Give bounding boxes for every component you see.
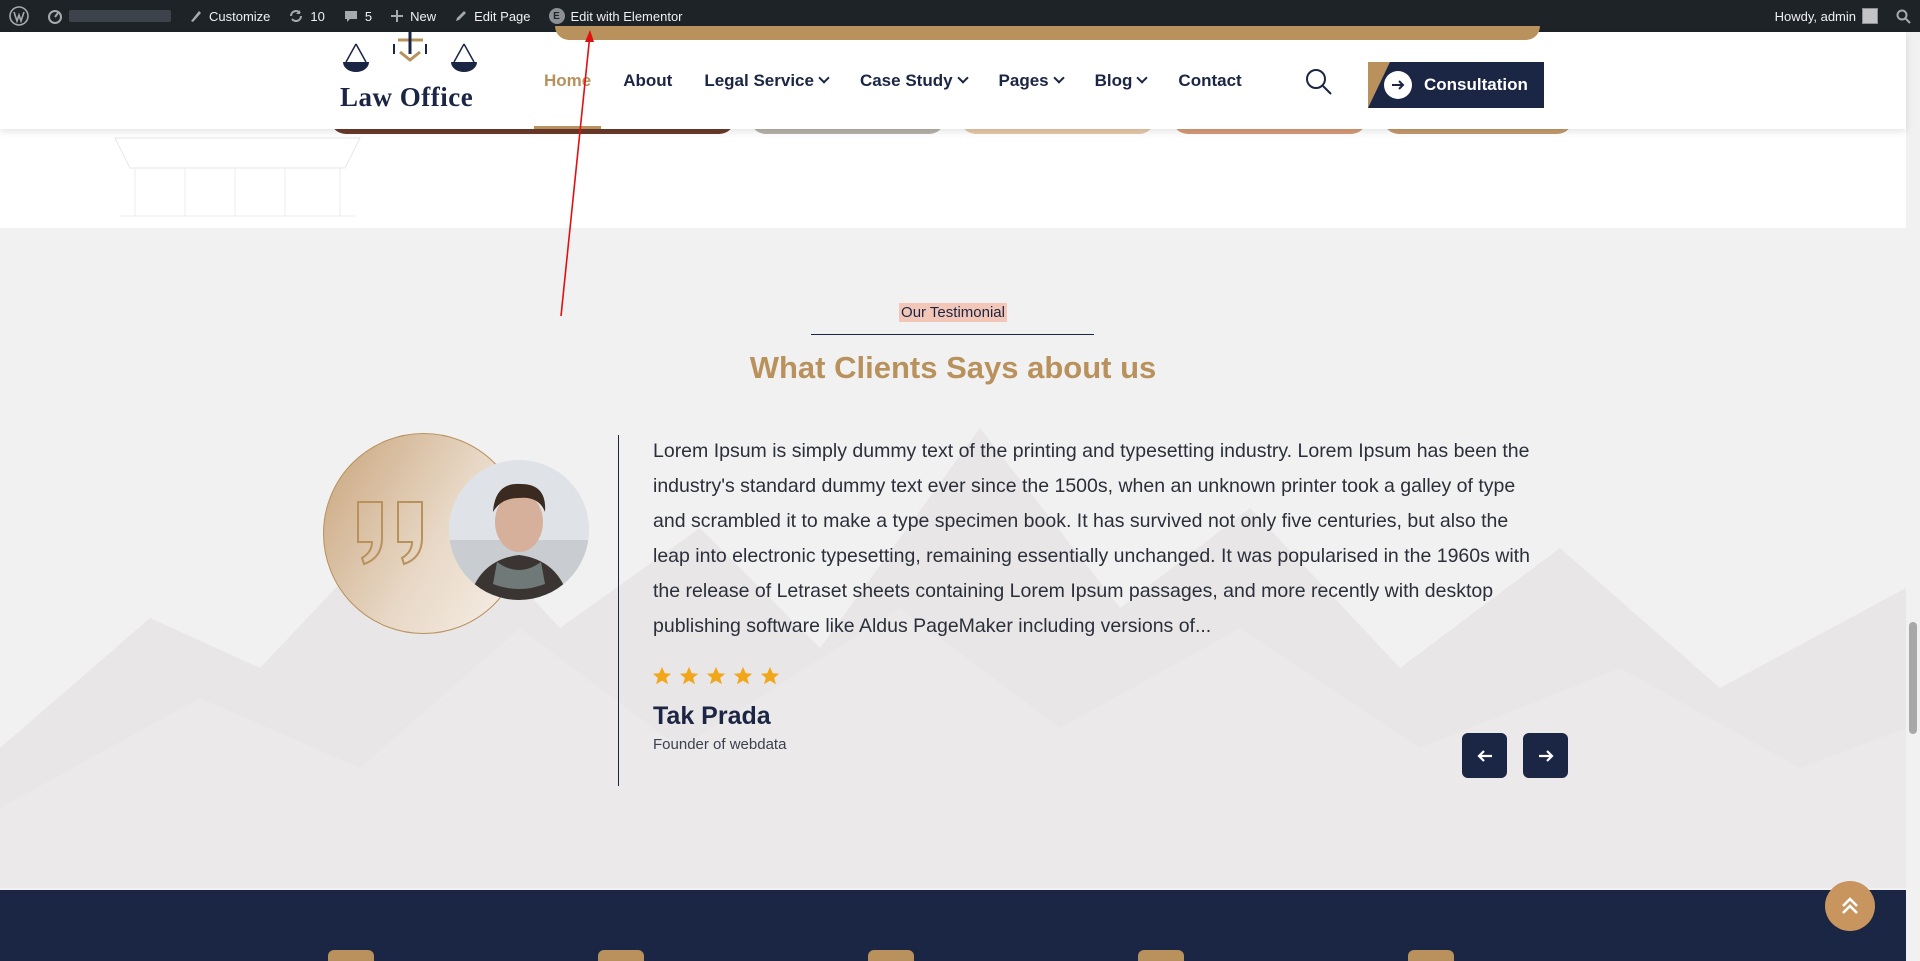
wordpress-logo-icon[interactable] — [0, 0, 38, 32]
nav-item-label: About — [623, 70, 673, 90]
nav-item-label: Contact — [1178, 70, 1242, 90]
nav-item-label: Legal Service — [704, 70, 814, 90]
nav-item-pages[interactable]: Pages — [989, 32, 1073, 129]
comments-count: 5 — [364, 8, 373, 24]
nav-item-label: Home — [544, 70, 592, 90]
howdy-label: Howdy, admin — [1774, 8, 1856, 24]
customize-link[interactable]: Customize — [180, 0, 279, 32]
eyebrow-underline — [811, 334, 1094, 335]
chevron-down-icon — [956, 72, 969, 84]
stat-icon — [1408, 950, 1454, 961]
chevron-down-icon — [1136, 72, 1149, 84]
pencil-icon — [456, 11, 467, 21]
arrow-right-icon — [1538, 749, 1554, 762]
edit-elementor-label: Edit with Elementor — [570, 8, 683, 24]
eyebrow-text: Our Testimonial — [899, 303, 1007, 322]
star-icon — [733, 666, 753, 685]
testimonial-divider — [618, 435, 619, 786]
comments-link[interactable]: 5 — [334, 0, 381, 32]
stat-icon — [1138, 950, 1184, 961]
double-chevron-up-icon — [1842, 897, 1858, 914]
nav-item-label: Pages — [998, 70, 1049, 90]
main-nav: Home About Legal Service Case Study Page… — [534, 32, 1264, 129]
my-account-menu[interactable]: Howdy, admin — [1766, 0, 1887, 32]
testimonial-section: Our Testimonial What Clients Says about … — [0, 228, 1906, 890]
stat-icon — [328, 950, 374, 961]
nav-item-label: Blog — [1094, 70, 1133, 90]
customize-label: Customize — [209, 8, 271, 24]
stat-icon — [598, 950, 644, 961]
nav-item-about[interactable]: About — [613, 32, 682, 129]
star-icon — [706, 666, 726, 685]
nav-item-contact[interactable]: Contact — [1168, 32, 1251, 129]
rating-stars — [651, 665, 781, 687]
nav-item-label: Case Study — [859, 70, 953, 90]
prev-slide-button[interactable] — [1462, 733, 1507, 778]
logo-text[interactable]: Law Office — [340, 82, 473, 113]
search-icon — [1896, 9, 1911, 24]
updates-icon — [290, 10, 303, 22]
star-icon — [760, 666, 780, 685]
nav-item-legal-service[interactable]: Legal Service — [694, 32, 838, 129]
section-title: What Clients Says about us — [749, 350, 1157, 385]
testimonial-text: Lorem Ipsum is simply dummy text of the … — [653, 440, 1530, 637]
client-role: Founder of webdata — [653, 736, 787, 753]
chevron-down-icon — [818, 72, 830, 84]
client-avatar — [449, 460, 589, 600]
stats-section — [0, 890, 1906, 961]
testimonial-eyebrow: Our Testimonial — [0, 303, 1906, 322]
nav-item-home[interactable]: Home — [534, 32, 602, 129]
site-name-placeholder — [69, 10, 171, 22]
nav-item-blog[interactable]: Blog — [1085, 32, 1157, 129]
edit-page-link[interactable]: Edit Page — [445, 0, 539, 32]
stat-icon — [868, 950, 914, 961]
dashboard-icon — [48, 10, 62, 24]
site-name-menu[interactable] — [38, 0, 180, 32]
chevron-down-icon — [1052, 72, 1065, 84]
plus-icon — [391, 10, 404, 22]
decorative-sketch — [114, 137, 361, 217]
consultation-button[interactable]: Consultation — [1368, 62, 1544, 108]
quote-icon — [357, 501, 423, 566]
search-icon[interactable] — [1305, 68, 1333, 96]
consultation-label: Consultation — [1424, 75, 1528, 94]
star-icon — [679, 666, 699, 685]
star-icon — [652, 666, 672, 685]
elementor-icon: E — [548, 8, 565, 24]
new-content-link[interactable]: New — [381, 0, 445, 32]
edit-page-label: Edit Page — [474, 8, 531, 24]
client-name: Tak Prada — [653, 702, 771, 730]
next-slide-button[interactable] — [1523, 733, 1568, 778]
arrow-right-icon — [1384, 71, 1412, 99]
comment-icon — [344, 11, 357, 22]
site-header: Law Office Home About Legal Service Case… — [0, 26, 1906, 129]
admin-search-button[interactable] — [1887, 0, 1920, 32]
arrow-left-icon — [1476, 749, 1492, 762]
page-scrollbar[interactable] — [1906, 32, 1920, 961]
scroll-to-top-button[interactable] — [1825, 881, 1875, 931]
scrollbar-thumb[interactable] — [1909, 622, 1917, 734]
new-label: New — [410, 8, 437, 24]
updates-count: 10 — [310, 8, 325, 24]
nav-item-case-study[interactable]: Case Study — [850, 32, 977, 129]
updates-link[interactable]: 10 — [279, 0, 333, 32]
brush-icon — [191, 11, 201, 22]
admin-avatar — [1862, 8, 1878, 24]
